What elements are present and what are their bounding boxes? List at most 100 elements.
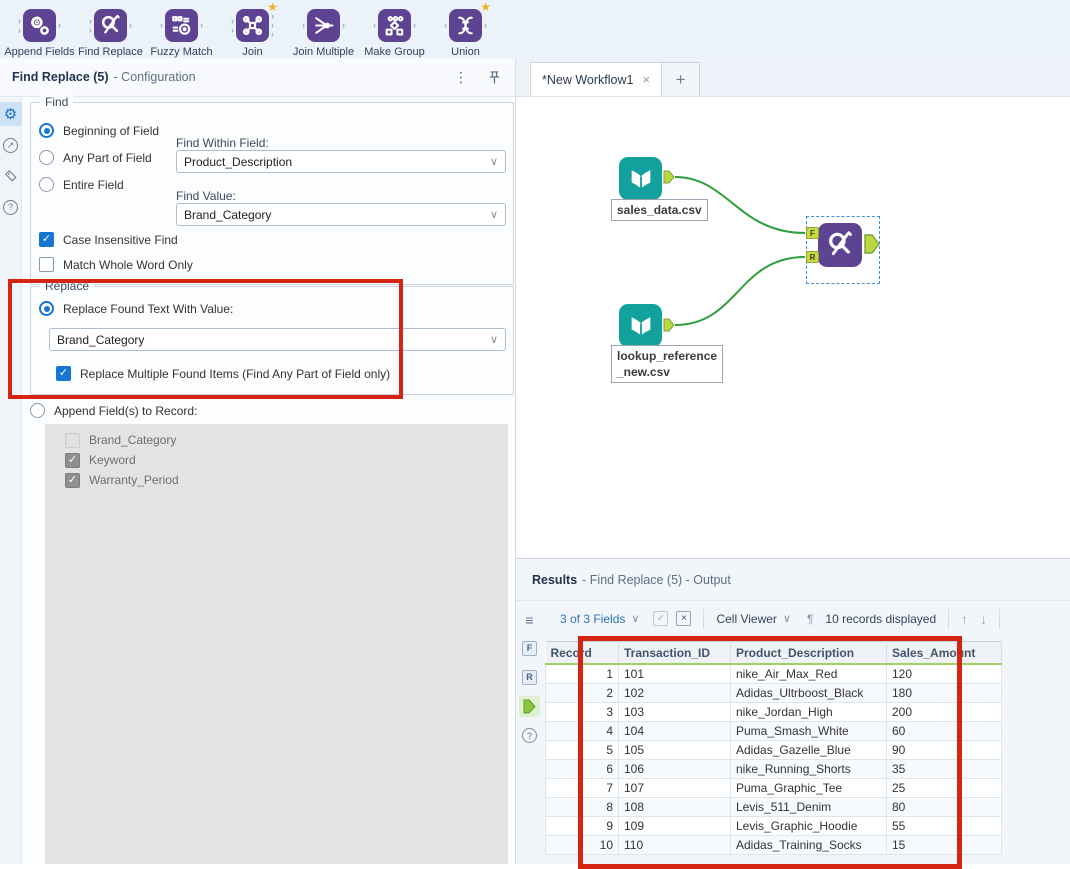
close-icon[interactable]: ×	[642, 72, 650, 87]
column-header[interactable]: Sales_Amount	[887, 642, 1002, 665]
table-cell[interactable]: 9	[546, 817, 619, 836]
option-label: Brand_Category	[89, 433, 176, 447]
table-cell[interactable]: nike_Air_Max_Red	[731, 664, 887, 684]
checkbox-option[interactable]: Warranty_Period	[65, 470, 508, 490]
help-icon[interactable]: ?	[519, 725, 540, 746]
output-anchor-icon[interactable]	[519, 696, 540, 717]
separator	[703, 609, 704, 629]
tool-item[interactable]: ›› ››› ★ Join	[217, 7, 288, 58]
table-cell[interactable]: 35	[887, 760, 1002, 779]
more-options-icon[interactable]: ⋮	[454, 69, 468, 86]
checkbox-option[interactable]: Keyword	[65, 450, 508, 470]
table-cell[interactable]: 110	[619, 836, 731, 855]
column-header[interactable]: Product_Description	[731, 642, 887, 665]
config-side-strip: ⚙ ↗ ?	[0, 97, 22, 864]
tool-item[interactable]: › › Fuzzy Match	[146, 7, 217, 58]
table-cell[interactable]: 4	[546, 722, 619, 741]
input-r-anchor-icon[interactable]: R	[519, 667, 540, 688]
checkbox-option[interactable]: Match Whole Word Only	[39, 257, 193, 272]
table-cell[interactable]: 6	[546, 760, 619, 779]
table-cell[interactable]: 1	[546, 664, 619, 684]
tool-item[interactable]: › › ★ Union	[430, 7, 501, 58]
table-cell[interactable]: 3	[546, 703, 619, 722]
workflow-tab[interactable]: *New Workflow1 ×	[530, 62, 662, 96]
table-cell[interactable]: Adidas_Training_Socks	[731, 836, 887, 855]
radio-button	[30, 403, 45, 418]
input-data-icon[interactable]	[619, 157, 662, 200]
input-data-icon[interactable]	[619, 304, 662, 347]
pilcrow-icon[interactable]: ¶	[807, 612, 813, 626]
radio-option[interactable]: Entire Field	[39, 177, 159, 192]
tool-item[interactable]: ›› › Append Fields	[4, 7, 75, 58]
table-cell[interactable]: 109	[619, 817, 731, 836]
checkbox-option[interactable]: Brand_Category	[65, 430, 508, 450]
table-cell[interactable]: 55	[887, 817, 1002, 836]
cell-viewer-dropdown[interactable]: Cell Viewer	[716, 612, 776, 626]
pin-icon[interactable]	[488, 70, 501, 85]
replace-value-select[interactable]: Brand_Category ∨	[49, 328, 506, 351]
table-cell[interactable]: 15	[887, 836, 1002, 855]
down-arrow-icon[interactable]: ↓	[980, 611, 987, 627]
find-replace-node-icon[interactable]	[818, 223, 862, 267]
table-cell[interactable]: 101	[619, 664, 731, 684]
table-cell[interactable]: Puma_Graphic_Tee	[731, 779, 887, 798]
input-f-anchor-icon[interactable]: F	[519, 638, 540, 659]
column-header[interactable]: Record	[546, 642, 619, 665]
star-icon: ★	[480, 0, 491, 14]
table-cell[interactable]: 108	[619, 798, 731, 817]
column-header[interactable]: Transaction_ID	[619, 642, 731, 665]
replace-multiple-checkbox[interactable]: Replace Multiple Found Items (Find Any P…	[56, 366, 390, 381]
table-cell[interactable]: Adidas_Gazelle_Blue	[731, 741, 887, 760]
table-cell[interactable]: 60	[887, 722, 1002, 741]
help-icon[interactable]: ?	[0, 195, 22, 219]
new-tab-button[interactable]: +	[662, 62, 700, 96]
table-cell[interactable]: Adidas_Ultrboost_Black	[731, 684, 887, 703]
replace-found-text-radio[interactable]: Replace Found Text With Value:	[39, 301, 233, 316]
node-label-lookup[interactable]: lookup_reference _new.csv	[611, 345, 723, 383]
tool-item[interactable]: ›› › Find Replace	[75, 7, 146, 58]
open-example-icon[interactable]: ↗	[0, 133, 22, 157]
tool-item[interactable]: › › Make Group	[359, 7, 430, 58]
find-value-select[interactable]: Brand_Category ∨	[176, 203, 506, 226]
table-cell[interactable]: nike_Jordan_High	[731, 703, 887, 722]
table-cell[interactable]: Levis_511_Denim	[731, 798, 887, 817]
up-arrow-icon[interactable]: ↑	[961, 611, 968, 627]
option-label: Any Part of Field	[63, 151, 152, 165]
table-cell[interactable]: 2	[546, 684, 619, 703]
workflow-canvas[interactable]: sales_data.csv F R lookup_reference _new…	[516, 97, 1070, 558]
table-cell[interactable]: 90	[887, 741, 1002, 760]
table-cell[interactable]: 104	[619, 722, 731, 741]
table-cell[interactable]: Puma_Smash_White	[731, 722, 887, 741]
table-cell[interactable]: 102	[619, 684, 731, 703]
table-cell[interactable]: 106	[619, 760, 731, 779]
table-cell[interactable]: 120	[887, 664, 1002, 684]
list-icon[interactable]: ≡	[519, 609, 540, 630]
append-fields-radio[interactable]: Append Field(s) to Record:	[30, 403, 197, 418]
tag-icon[interactable]	[0, 164, 22, 188]
table-cell[interactable]: 7	[546, 779, 619, 798]
table-cell[interactable]: 107	[619, 779, 731, 798]
table-cell[interactable]: 80	[887, 798, 1002, 817]
table-cell[interactable]: Levis_Graphic_Hoodie	[731, 817, 887, 836]
select-fields-icon[interactable]: ✓	[653, 611, 668, 626]
radio-option[interactable]: Any Part of Field	[39, 150, 159, 165]
table-cell[interactable]: 25	[887, 779, 1002, 798]
tool-item[interactable]: › › Join Multiple	[288, 7, 359, 58]
node-label-sales[interactable]: sales_data.csv	[611, 199, 708, 221]
table-cell[interactable]: 8	[546, 798, 619, 817]
tool-output-anchors: ›››	[271, 12, 274, 38]
table-cell[interactable]: 105	[619, 741, 731, 760]
fields-dropdown[interactable]: 3 of 3 Fields	[560, 612, 625, 626]
radio-option[interactable]: Beginning of Field	[39, 123, 159, 138]
table-cell[interactable]: 180	[887, 684, 1002, 703]
find-within-field-select[interactable]: Product_Description ∨	[176, 150, 506, 173]
table-cell[interactable]: 200	[887, 703, 1002, 722]
connection-lookup-to-find[interactable]	[675, 257, 805, 325]
deselect-fields-icon[interactable]: ×	[676, 611, 691, 626]
checkbox-option[interactable]: Case Insensitive Find	[39, 232, 193, 247]
table-cell[interactable]: 10	[546, 836, 619, 855]
gear-icon[interactable]: ⚙	[0, 102, 22, 126]
table-cell[interactable]: nike_Running_Shorts	[731, 760, 887, 779]
table-cell[interactable]: 103	[619, 703, 731, 722]
table-cell[interactable]: 5	[546, 741, 619, 760]
